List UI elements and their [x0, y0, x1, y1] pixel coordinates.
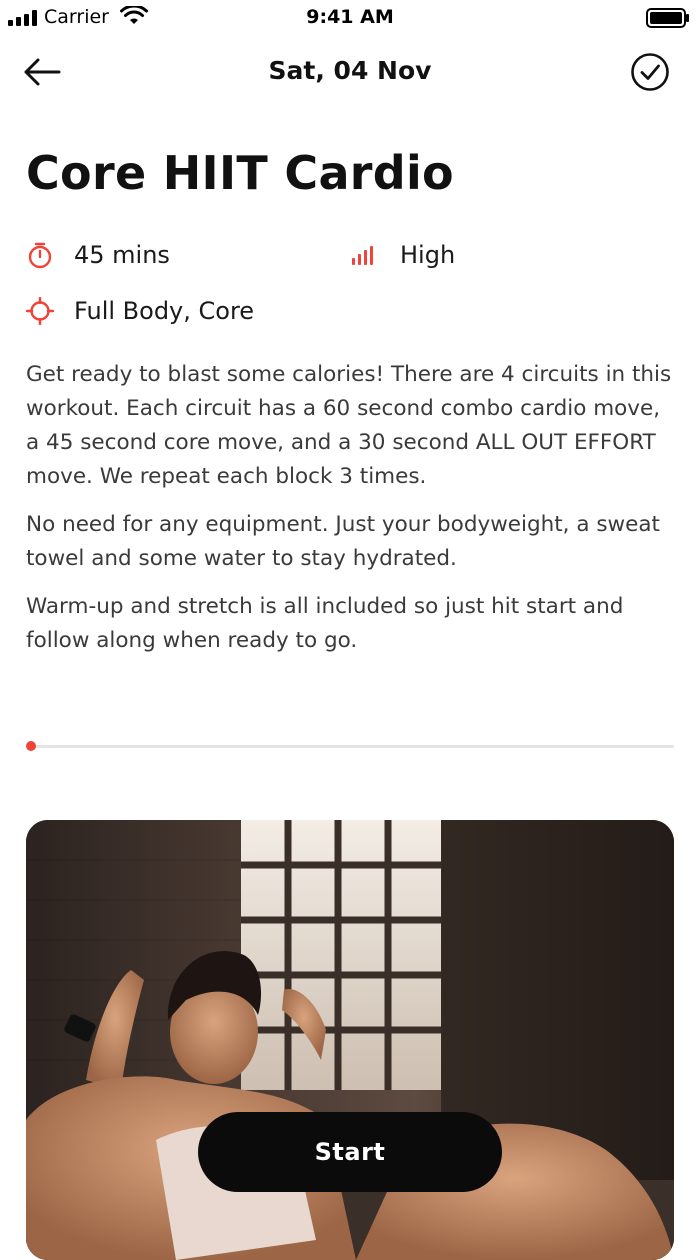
duration-value: 45 mins — [74, 241, 170, 269]
status-bar: Carrier 9:41 AM — [0, 0, 700, 34]
status-time: 9:41 AM — [306, 6, 394, 28]
description-paragraph: No need for any equipment. Just your bod… — [26, 512, 660, 571]
target-icon — [26, 297, 54, 325]
stopwatch-icon — [26, 241, 54, 269]
nav-bar: Sat, 04 Nov — [0, 40, 700, 104]
intensity-info: High — [350, 237, 455, 273]
battery-icon — [646, 8, 689, 28]
check-circle-icon — [631, 53, 669, 91]
complete-button[interactable] — [628, 50, 672, 94]
intensity-bars-icon — [350, 241, 378, 269]
workout-photo — [26, 820, 674, 1260]
workout-hero-image — [26, 820, 674, 1260]
description-paragraph: Warm-up and stretch is all included so j… — [26, 594, 624, 653]
progress-indicator — [26, 741, 36, 751]
page-date-title: Sat, 04 Nov — [268, 56, 432, 85]
progress-track — [30, 745, 674, 748]
focus-value: Full Body, Core — [74, 297, 255, 325]
description-paragraph: Get ready to blast some calories! There … — [26, 362, 672, 489]
workout-title: Core HIIT Cardio — [26, 146, 454, 200]
duration-info: 45 mins — [26, 237, 170, 273]
start-button[interactable]: Start — [198, 1112, 502, 1192]
focus-info: Full Body, Core — [26, 293, 254, 329]
intensity-value: High — [400, 241, 456, 269]
workout-description: Get ready to blast some calories! There … — [26, 358, 676, 672]
